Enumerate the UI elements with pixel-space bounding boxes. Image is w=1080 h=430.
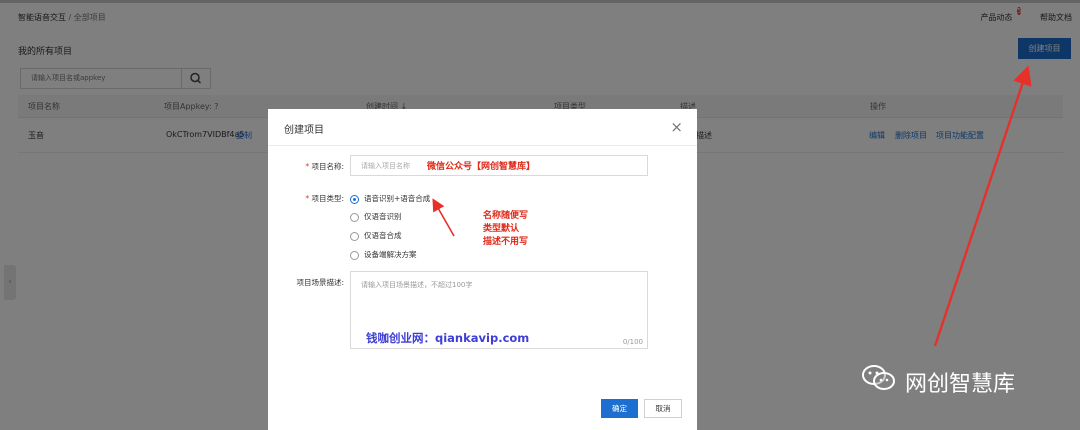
- create-project-dialog: 创建项目 × * 项目名称: 请输入项目名称 微信公众号【网创智慧库】 * 项目…: [268, 109, 697, 430]
- annotation-line: 类型默认: [483, 224, 520, 234]
- wechat-icon: [862, 365, 895, 390]
- annotation-line: 描述不用写: [483, 237, 529, 247]
- desc-label: 项目场景描述:: [296, 278, 344, 287]
- annotation-line: 名称随便写: [483, 211, 529, 221]
- desc-counter: 0/100: [622, 338, 643, 346]
- radio-asr-tts[interactable]: 语音识别+语音合成: [350, 193, 430, 204]
- close-icon[interactable]: ×: [670, 118, 683, 136]
- radio-icon: [350, 231, 359, 241]
- radio-icon: [350, 212, 359, 222]
- account-watermark: 网创智慧库: [905, 372, 1016, 397]
- project-name-input[interactable]: 请输入项目名称 微信公众号【网创智慧库】: [350, 155, 648, 176]
- name-label: * 项目名称:: [305, 162, 344, 171]
- confirm-button[interactable]: 确定: [601, 399, 638, 418]
- radio-icon: [350, 250, 359, 260]
- radio-label: 语音识别+语音合成: [364, 194, 431, 203]
- type-label-text: 项目类型:: [311, 194, 344, 203]
- site-watermark: 钱咖创业网：qiankavip.com: [366, 331, 530, 345]
- radio-label: 仅语音合成: [364, 231, 402, 240]
- name-label-text: 项目名称:: [311, 162, 344, 171]
- radio-asr-only[interactable]: 仅语音识别: [350, 211, 402, 222]
- radio-label: 仅语音识别: [364, 212, 402, 221]
- radio-label: 设备端解决方案: [364, 250, 417, 259]
- cancel-button[interactable]: 取消: [644, 399, 682, 418]
- desc-placeholder: 请输入项目场景描述，不超过100字: [361, 281, 473, 289]
- dialog-title: 创建项目: [284, 125, 324, 136]
- radio-device[interactable]: 设备端解决方案: [350, 249, 417, 260]
- name-placeholder: 请输入项目名称: [361, 162, 410, 170]
- radio-tts-only[interactable]: 仅语音合成: [350, 230, 402, 241]
- name-overlay-text: 微信公众号【网创智慧库】: [427, 162, 536, 172]
- dialog-divider: [268, 145, 697, 146]
- type-label: * 项目类型:: [305, 194, 344, 203]
- radio-checked-icon: [350, 194, 359, 204]
- annotation-note: 名称随便写 类型默认 描述不用写: [483, 210, 528, 249]
